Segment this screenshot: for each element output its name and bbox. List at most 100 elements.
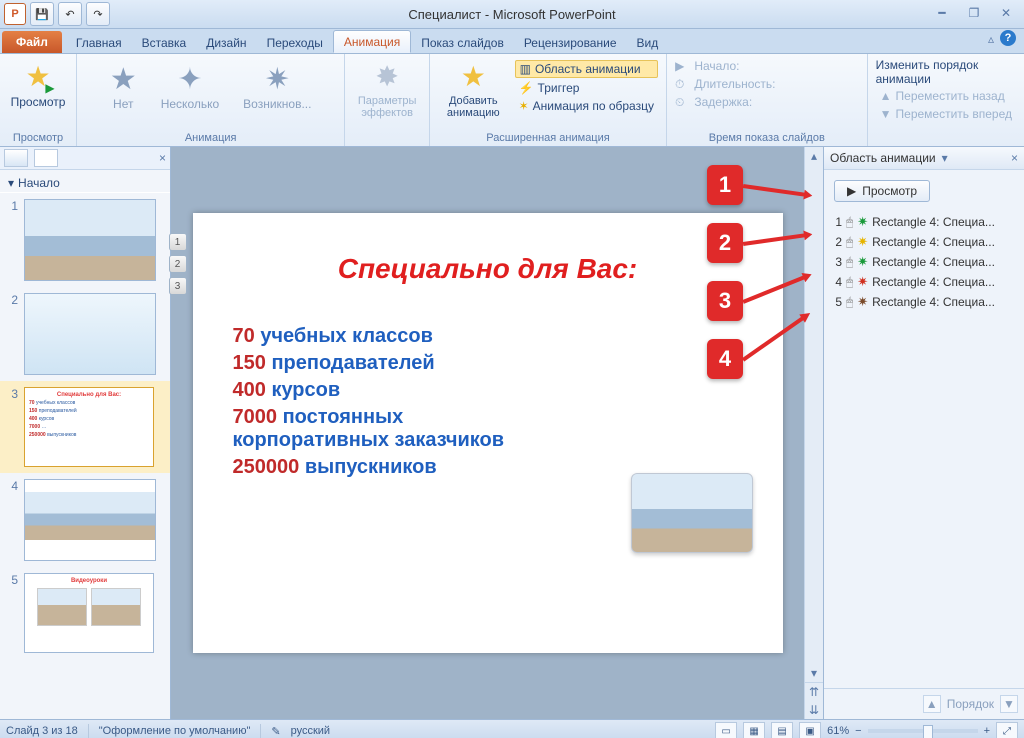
qat-redo-button[interactable]: ↷ — [86, 2, 110, 26]
prev-slide-button[interactable]: ⇈ — [805, 683, 823, 701]
reorder-up-button[interactable]: ▲ — [923, 695, 941, 713]
status-language[interactable]: русский — [291, 725, 330, 737]
duration-label: Длительность: — [694, 77, 775, 91]
section-header[interactable]: ▾ Начало — [0, 170, 170, 193]
slide-line[interactable]: 400 курсов — [233, 379, 743, 402]
slide-image[interactable] — [631, 473, 753, 553]
window-minimize-button[interactable]: ━ — [930, 4, 954, 22]
move-earlier-button[interactable]: ▲ Переместить назад — [876, 88, 1016, 104]
view-normal-button[interactable]: ▭ — [715, 722, 737, 738]
animation-item[interactable]: 2 🖱 ✷ Rectangle 4: Специа... — [830, 232, 1018, 252]
window-restore-button[interactable]: ❐ — [962, 4, 986, 22]
animation-pane-button[interactable]: ▥ Область анимации — [515, 60, 658, 78]
spellcheck-icon[interactable]: ✎ — [271, 725, 280, 738]
slide-line[interactable]: 150 преподавателей — [233, 352, 743, 375]
mouse-icon: 🖱 — [846, 295, 853, 310]
slide-title[interactable]: Специально для Вас: — [233, 253, 743, 285]
trigger-button[interactable]: ⚡ Триггер — [515, 80, 658, 96]
move-later-button[interactable]: ▼ Переместить вперед — [876, 106, 1016, 122]
callout-3: 3 — [707, 281, 743, 321]
fit-to-window-button[interactable]: ⤢ — [996, 722, 1018, 738]
outline-tab[interactable] — [34, 149, 58, 167]
qat-undo-button[interactable]: ↶ — [58, 2, 82, 26]
slide-canvas[interactable]: 1 2 3 Специально для Вас: 70 учебных кла… — [193, 213, 783, 653]
reorder-title: Изменить порядок анимации — [876, 58, 1016, 86]
thumb-2[interactable]: 2 — [0, 287, 170, 381]
next-slide-button[interactable]: ⇊ — [805, 701, 823, 719]
app-icon[interactable]: P — [4, 3, 26, 25]
start-select[interactable]: Начало: — [690, 58, 790, 74]
thumb-3[interactable]: 3 Специально для Вас: 70 учебных классов… — [0, 381, 170, 473]
slide-line[interactable]: 70 учебных классов — [233, 325, 743, 348]
view-sorter-button[interactable]: ▦ — [743, 722, 765, 738]
preview-button[interactable]: ★▶ Просмотр — [7, 58, 70, 111]
animation-item[interactable]: 5 🖱 ✷ Rectangle 4: Специа... — [830, 292, 1018, 312]
animation-item[interactable]: 3 🖱 ✷ Rectangle 4: Специа... — [830, 252, 1018, 272]
group-label-empty — [386, 130, 389, 144]
help-button[interactable]: ? — [1000, 30, 1016, 46]
tab-insert[interactable]: Вставка — [132, 32, 197, 53]
scroll-up-button[interactable]: ▴ — [805, 147, 823, 165]
anim-appear-label: Возникнов... — [243, 97, 311, 111]
animation-painter-button[interactable]: ✶ Анимация по образцу — [515, 98, 658, 114]
anim-order-tag[interactable]: 1 — [169, 233, 187, 251]
scroll-down-button[interactable]: ▾ — [805, 664, 823, 682]
view-reading-button[interactable]: ▤ — [771, 722, 793, 738]
window-close-button[interactable]: ✕ — [994, 4, 1018, 22]
chevron-down-icon[interactable]: ▾ — [942, 151, 948, 165]
play-icon: ▶ — [847, 184, 856, 198]
tab-transitions[interactable]: Переходы — [257, 32, 333, 53]
callout-1: 1 — [707, 165, 743, 205]
trigger-label: Триггер — [538, 81, 580, 95]
close-animation-pane[interactable]: × — [1011, 151, 1018, 165]
tab-view[interactable]: Вид — [627, 32, 669, 53]
anim-none[interactable]: ★ Нет — [110, 62, 137, 111]
anim-order-tag[interactable]: 3 — [169, 277, 187, 295]
animation-list[interactable]: 1 🖱 ✷ Rectangle 4: Специа... 2 🖱 ✷ Recta… — [824, 212, 1024, 688]
thumb-number: 1 — [8, 199, 18, 213]
reorder-down-button[interactable]: ▼ — [1000, 695, 1018, 713]
anim-order-tag[interactable]: 2 — [169, 255, 187, 273]
tab-slideshow[interactable]: Показ слайдов — [411, 32, 514, 53]
callout-2: 2 — [707, 223, 743, 263]
callout-arrow — [742, 181, 813, 201]
slide-editor: 1 2 3 Специально для Вас: 70 учебных кла… — [171, 147, 823, 719]
tab-design[interactable]: Дизайн — [196, 32, 256, 53]
star-icon: ✦ — [177, 62, 202, 97]
file-tab[interactable]: Файл — [2, 31, 62, 53]
view-slideshow-button[interactable]: ▣ — [799, 722, 821, 738]
zoom-in-button[interactable]: + — [984, 725, 990, 737]
thumb-1[interactable]: 1 — [0, 193, 170, 287]
thumb-number: 3 — [8, 387, 18, 401]
anim-appear[interactable]: ✷ Возникнов... — [243, 62, 311, 111]
play-animation-button[interactable]: ▶ Просмотр — [834, 180, 930, 202]
animation-item[interactable]: 1 🖱 ✷ Rectangle 4: Специа... — [830, 212, 1018, 232]
tab-home[interactable]: Главная — [66, 32, 132, 53]
delay-field: Задержка: — [690, 94, 790, 110]
animation-item[interactable]: 4 🖱 ✷ Rectangle 4: Специа... — [830, 272, 1018, 292]
arrow-up-icon: ▲ — [880, 89, 892, 103]
thumb-4[interactable]: 4 — [0, 473, 170, 567]
qat-save-button[interactable]: 💾 — [30, 2, 54, 26]
tab-animations[interactable]: Анимация — [333, 30, 411, 53]
slides-tab[interactable] — [4, 149, 28, 167]
tab-review[interactable]: Рецензирование — [514, 32, 627, 53]
ribbon-minimize-icon[interactable]: ▵ — [988, 32, 994, 46]
mouse-icon: 🖱 — [846, 255, 853, 270]
effect-options-button[interactable]: ✸ Параметры эффектов — [353, 58, 421, 121]
title-bar: P 💾 ↶ ↷ Специалист - Microsoft PowerPoin… — [0, 0, 1024, 29]
close-pane-button[interactable]: × — [159, 151, 166, 165]
mouse-icon: 🖱 — [846, 275, 853, 290]
thumb-5[interactable]: 5 Видеоуроки — [0, 567, 170, 659]
zoom-slider[interactable] — [868, 729, 978, 733]
slide-line[interactable]: 7000 постоянных корпоративных заказчиков — [233, 406, 533, 452]
group-label-advanced: Расширенная анимация — [438, 130, 658, 144]
add-animation-button[interactable]: ★ Добавить анимацию — [438, 58, 509, 121]
zoom-out-button[interactable]: − — [855, 725, 861, 737]
animation-pane: Область анимации ▾ × ▶ Просмотр 1 🖱 ✷ Re… — [823, 147, 1024, 719]
anim-multiple[interactable]: ✦ Несколько — [161, 62, 219, 111]
slides-pane: × ▾ Начало 1 2 3 Специально для Вас: 70 … — [0, 147, 171, 719]
delay-label: Задержка: — [694, 95, 752, 109]
add-animation-icon: ★ — [461, 60, 486, 93]
thumbnails[interactable]: 1 2 3 Специально для Вас: 70 учебных кла… — [0, 193, 170, 719]
